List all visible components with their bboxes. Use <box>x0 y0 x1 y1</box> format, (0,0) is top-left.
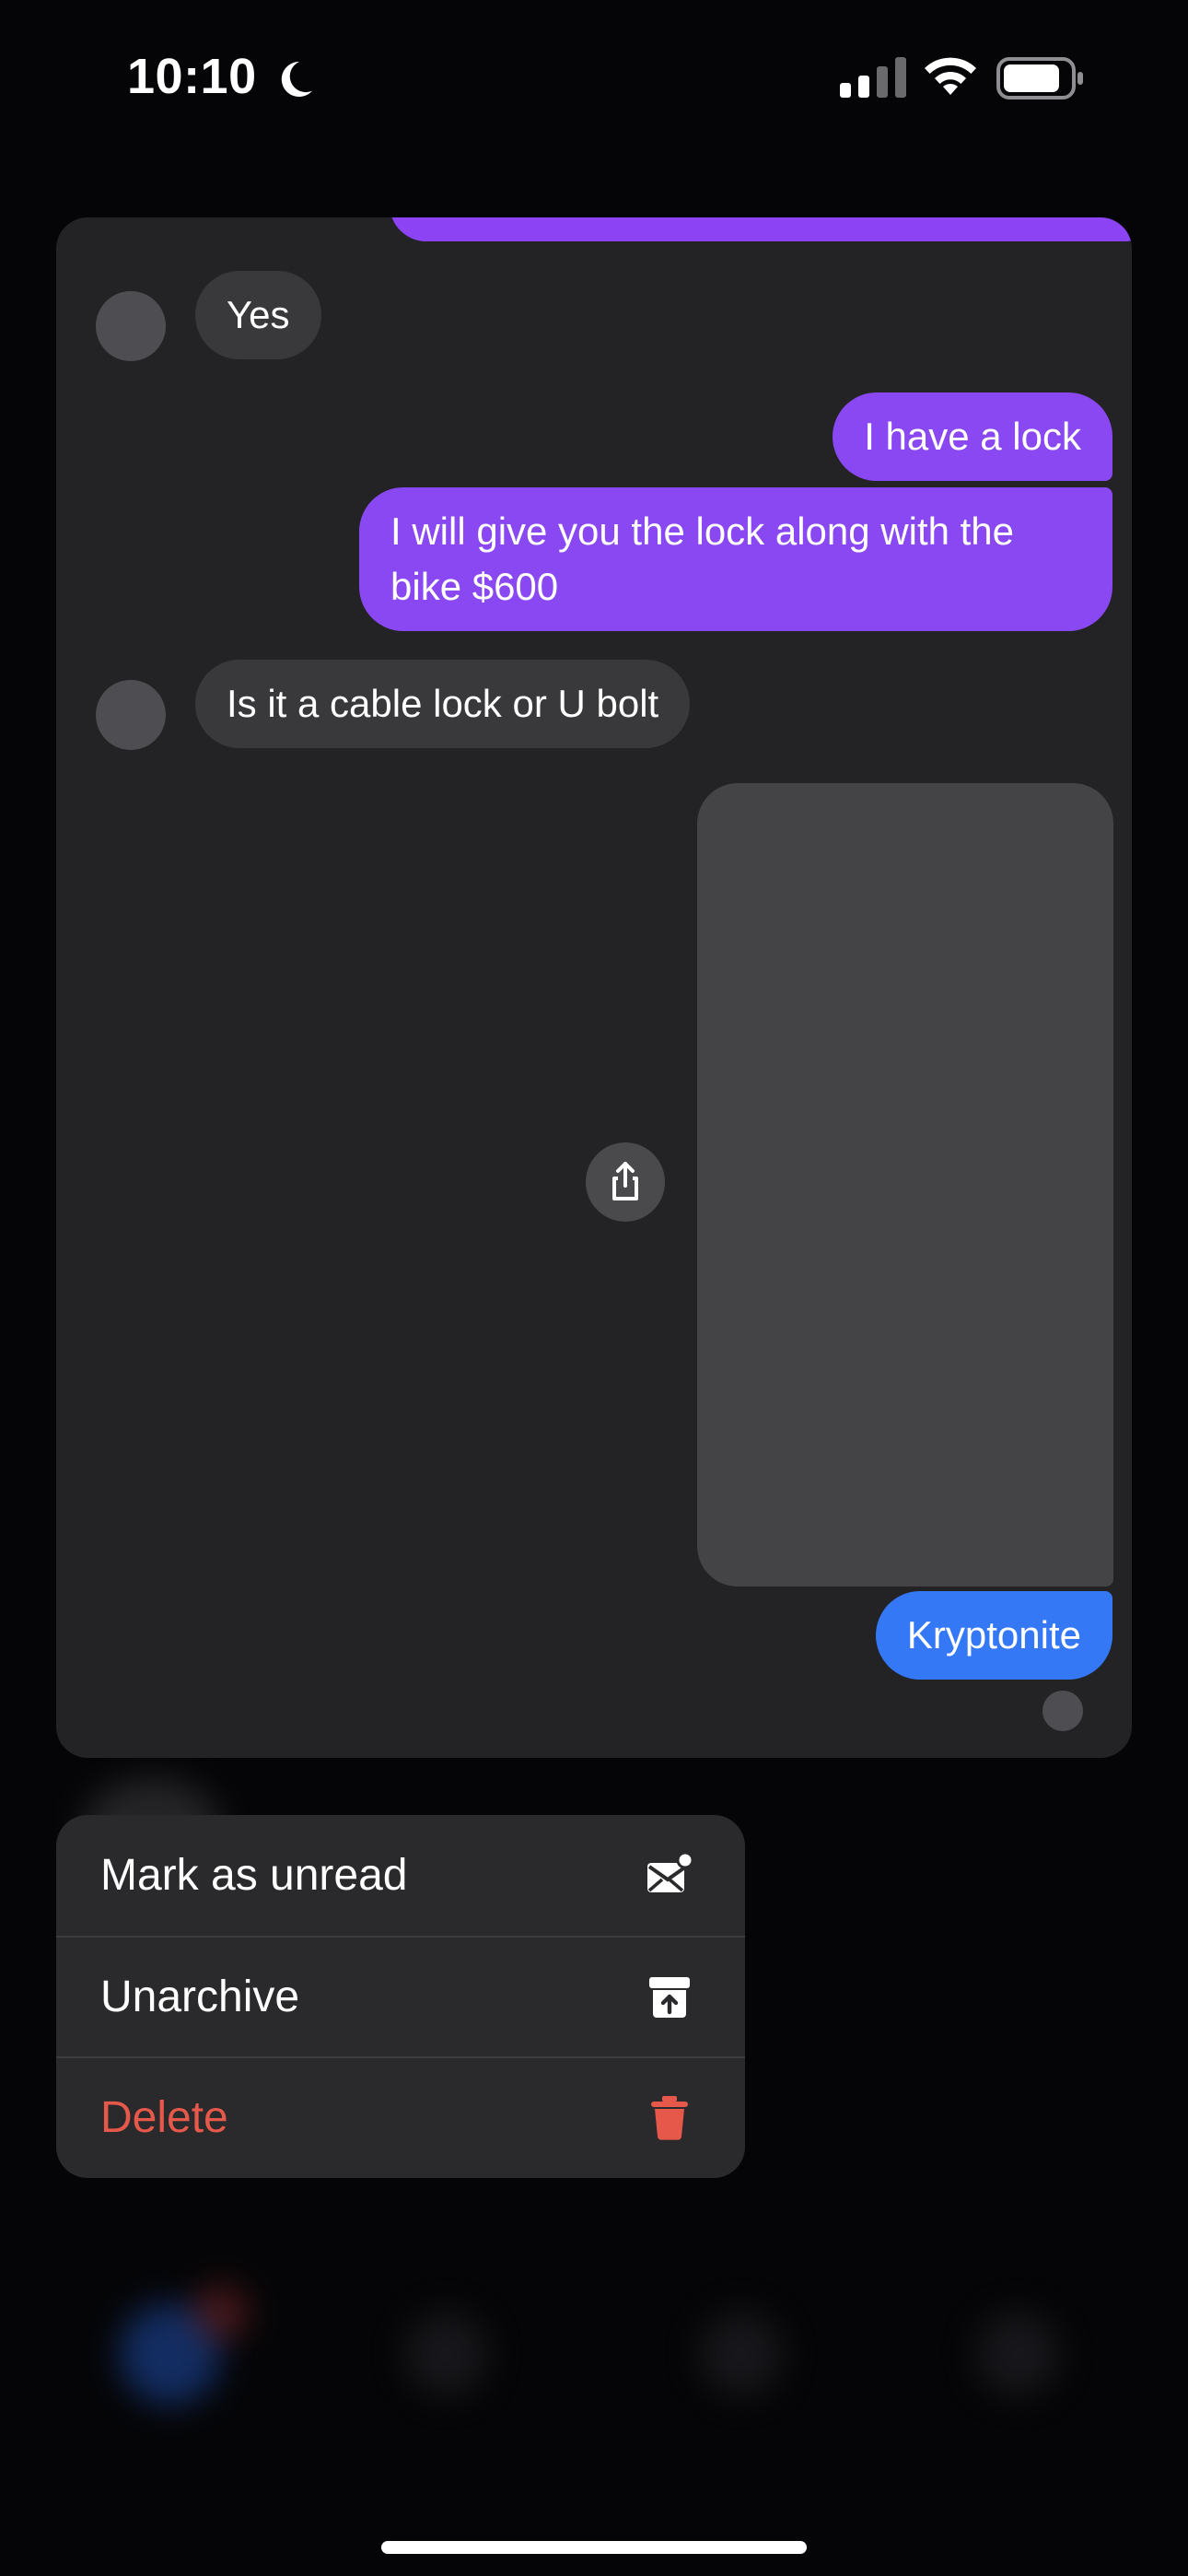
battery-icon <box>996 57 1083 100</box>
media-attachment[interactable] <box>697 783 1113 1587</box>
previous-message-bubble <box>390 217 1132 241</box>
menu-item-mark-unread[interactable]: Mark as unread <box>56 1815 745 1936</box>
menu-item-delete[interactable]: Delete <box>56 2056 745 2177</box>
menu-item-unarchive[interactable]: Unarchive <box>56 1936 745 2056</box>
context-menu: Mark as unread Unarchive Delete <box>56 1815 745 2178</box>
wifi-icon <box>925 57 976 95</box>
read-receipt-avatar <box>1042 1691 1083 1731</box>
avatar <box>96 291 166 361</box>
menu-item-label: Delete <box>100 2093 228 2142</box>
trash-icon <box>651 2095 688 2140</box>
chat-preview-card[interactable]: Yes I have a lock I will give you the lo… <box>56 217 1132 1758</box>
background-blur <box>193 2285 249 2340</box>
message-bubble-outgoing[interactable]: I have a lock <box>833 392 1112 481</box>
avatar <box>96 680 166 750</box>
background-blur <box>976 2313 1059 2395</box>
home-indicator[interactable] <box>381 2541 807 2554</box>
menu-item-label: Unarchive <box>100 1973 300 2021</box>
menu-item-label: Mark as unread <box>100 1851 408 1900</box>
share-icon <box>612 1162 638 1200</box>
background-blur <box>405 2313 488 2395</box>
signal-icon <box>840 57 906 98</box>
message-bubble-incoming[interactable]: Yes <box>195 271 321 359</box>
background-blur <box>700 2313 783 2395</box>
message-bubble-outgoing[interactable]: I will give you the lock along with the … <box>359 487 1112 631</box>
status-bar: 10:10 <box>0 0 1188 157</box>
moon-icon <box>281 61 312 97</box>
mark-unread-icon <box>647 1851 693 1892</box>
status-time: 10:10 <box>127 49 257 104</box>
share-button[interactable] <box>586 1142 665 1222</box>
message-bubble-outgoing[interactable]: Kryptonite <box>875 1591 1112 1680</box>
message-bubble-incoming[interactable]: Is it a cable lock or U bolt <box>195 660 691 748</box>
unarchive-icon <box>649 1976 690 2018</box>
